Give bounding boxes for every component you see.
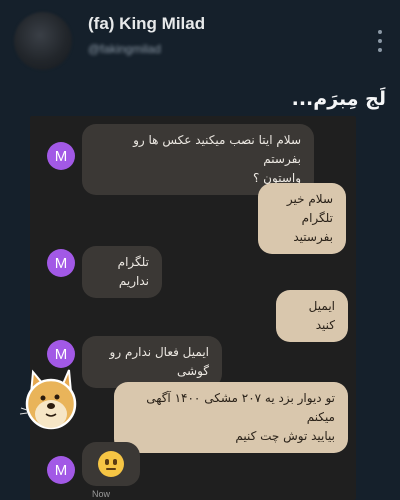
message-line: تلگرام بفرستید bbox=[293, 211, 333, 244]
message-line: ایمیل کنید bbox=[308, 299, 335, 332]
display-name[interactable]: (fa) King Milad bbox=[88, 14, 205, 34]
message-incoming: تلگرام نداریم bbox=[82, 246, 162, 298]
message-line: سلام خیر bbox=[286, 192, 333, 206]
tweet-text: لَج مِبرَم... bbox=[291, 88, 386, 110]
user-handle[interactable]: @fakingmilad bbox=[88, 42, 161, 56]
contact-avatar: M bbox=[47, 456, 75, 484]
message-line: تلگرام نداریم bbox=[117, 255, 149, 288]
message-outgoing: ایمیل کنید bbox=[276, 290, 348, 342]
message-line: ایمیل فعال ندارم رو گوشی bbox=[109, 345, 209, 378]
message-line: تو دیوار بزد یه ۲۰۷ مشکی ۱۴۰۰ آگهی میکنم bbox=[146, 391, 335, 424]
doge-sticker bbox=[19, 369, 77, 430]
profile-avatar[interactable] bbox=[14, 12, 72, 70]
message-outgoing: سلام خیر تلگرام بفرستید bbox=[258, 183, 346, 254]
more-options-icon[interactable] bbox=[374, 30, 386, 52]
contact-avatar: M bbox=[47, 142, 75, 170]
message-incoming bbox=[82, 442, 140, 486]
tweet-header: (fa) King Milad @fakingmilad bbox=[0, 0, 400, 80]
message-line: بیایید توش چت کنیم bbox=[235, 429, 335, 443]
message-incoming: ایمیل فعال ندارم رو گوشی bbox=[82, 336, 222, 388]
contact-avatar: M bbox=[47, 249, 75, 277]
message-timestamp: Now bbox=[92, 489, 111, 499]
message-line: سلام ایتا نصب میکنید عکس ها رو بفرستم bbox=[133, 133, 301, 166]
neutral-face-emoji-icon bbox=[98, 451, 124, 477]
message-outgoing: تو دیوار بزد یه ۲۰۷ مشکی ۱۴۰۰ آگهی میکنم… bbox=[114, 382, 348, 453]
